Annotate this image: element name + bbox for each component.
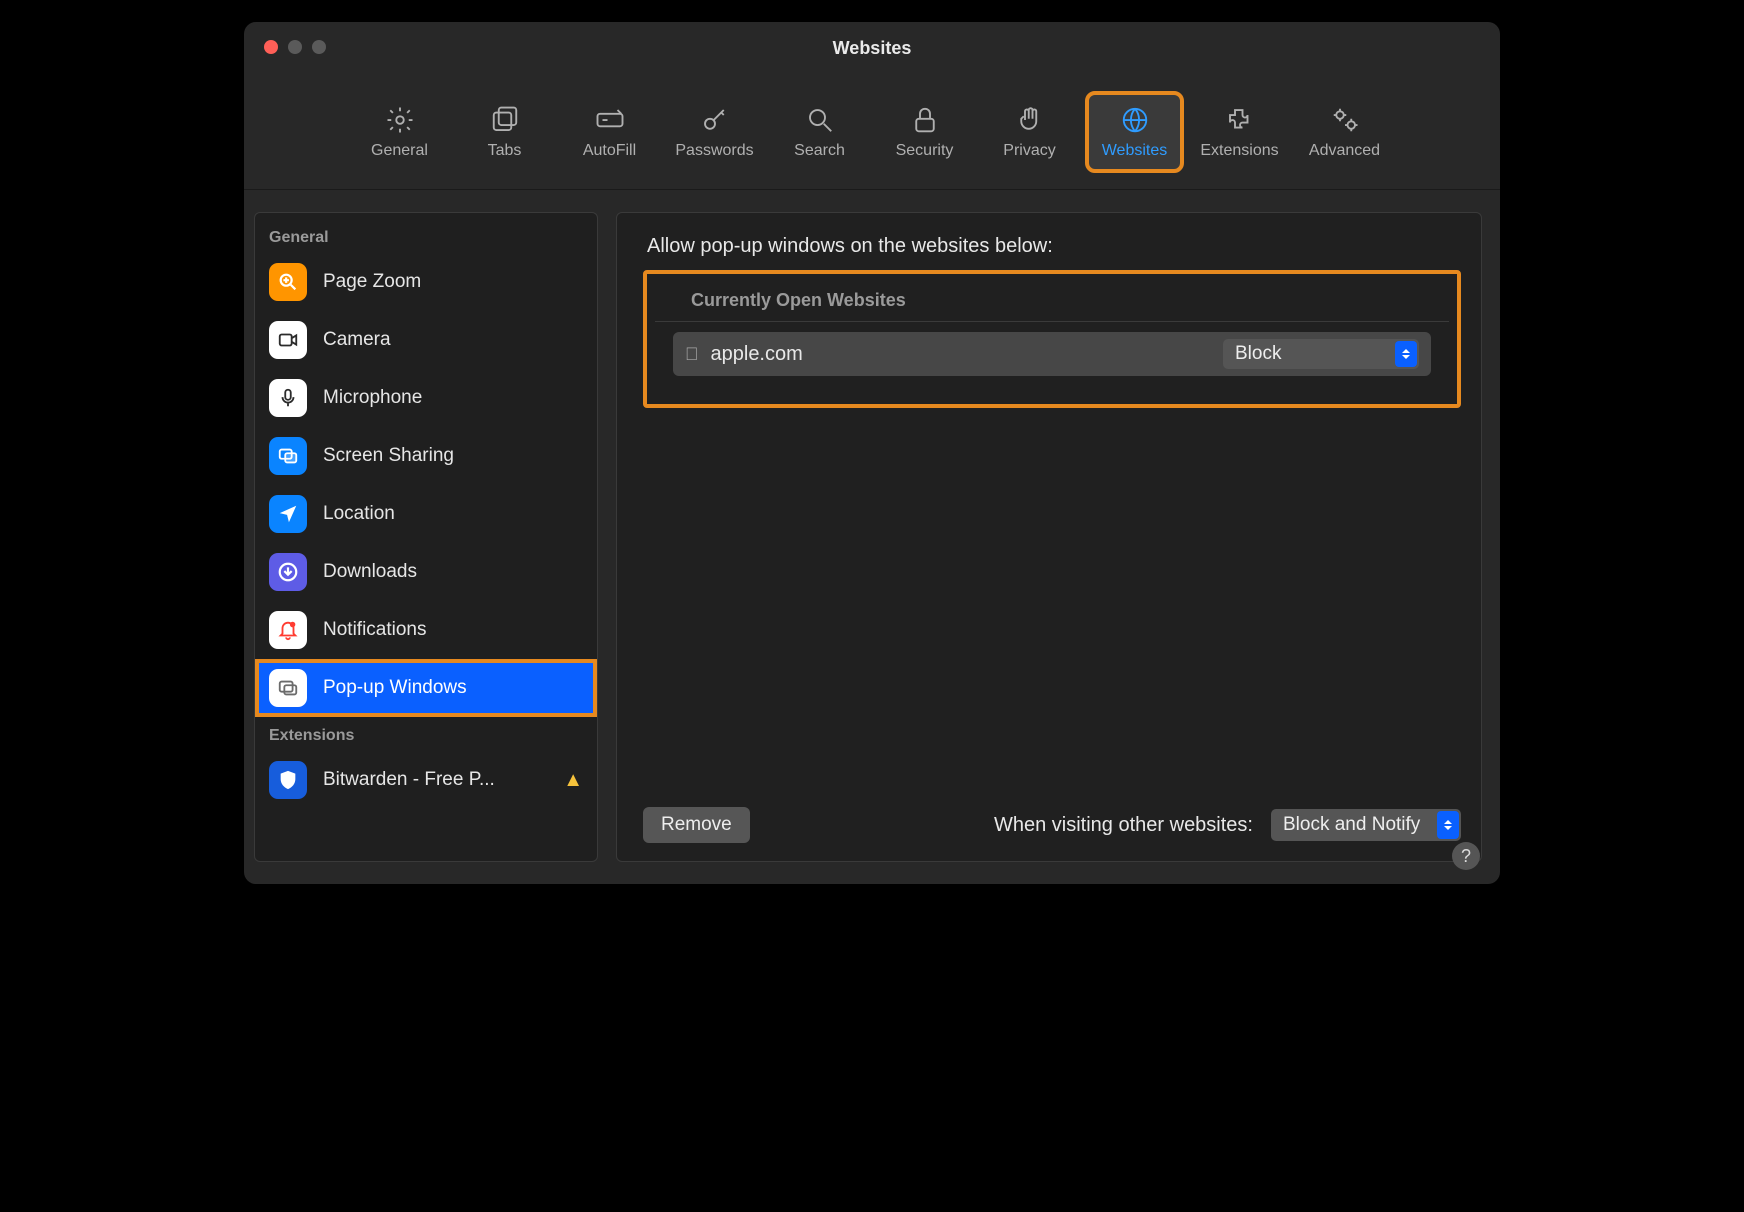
sidebar-item-camera[interactable]: Camera xyxy=(255,311,597,369)
tab-advanced[interactable]: Advanced xyxy=(1297,93,1392,171)
site-policy-value: Block xyxy=(1235,343,1281,365)
bell-icon xyxy=(269,611,307,649)
sidebar-item-notifications[interactable]: Notifications xyxy=(255,601,597,659)
sidebar-item-label: Microphone xyxy=(323,387,583,409)
sidebar-item-label: Notifications xyxy=(323,619,583,641)
search-icon xyxy=(805,104,835,136)
window-title: Websites xyxy=(833,38,912,59)
preferences-toolbar: General Tabs AutoFill Passwords Search Securi… xyxy=(244,74,1500,190)
tab-label: Search xyxy=(794,142,845,160)
tab-tabs[interactable]: Tabs xyxy=(457,93,552,171)
globe-icon xyxy=(1120,104,1150,136)
sidebar-section-header: Extensions xyxy=(255,717,597,751)
tab-search[interactable]: Search xyxy=(772,93,867,171)
sidebar-item-bitwarden-free-p[interactable]: Bitwarden - Free P... ▲ xyxy=(255,751,597,809)
tab-label: Extensions xyxy=(1200,142,1278,160)
warning-icon: ▲ xyxy=(563,769,583,792)
screens-icon xyxy=(269,437,307,475)
sidebar-item-label: Pop-up Windows xyxy=(323,677,583,699)
sidebar-item-label: Bitwarden - Free P... xyxy=(323,769,543,791)
sidebar-item-downloads[interactable]: Downloads xyxy=(255,543,597,601)
shield-icon xyxy=(269,761,307,799)
zoom-icon xyxy=(269,263,307,301)
close-button[interactable] xyxy=(264,40,278,54)
sidebar-item-location[interactable]: Location xyxy=(255,485,597,543)
footer: Remove When visiting other websites: Blo… xyxy=(643,793,1461,843)
zoom-button[interactable] xyxy=(312,40,326,54)
tab-label: Passwords xyxy=(675,142,753,160)
other-sites-value: Block and Notify xyxy=(1283,814,1420,836)
camera-icon xyxy=(269,321,307,359)
sidebar-item-page-zoom[interactable]: Page Zoom xyxy=(255,253,597,311)
location-icon xyxy=(269,495,307,533)
allow-label: Allow pop-up windows on the websites bel… xyxy=(647,235,1461,258)
tab-websites[interactable]: Websites xyxy=(1087,93,1182,171)
sidebar-item-pop-up-windows[interactable]: Pop-up Windows xyxy=(255,659,597,717)
chevron-updown-icon xyxy=(1395,341,1417,367)
windows-icon xyxy=(269,669,307,707)
minimize-button[interactable] xyxy=(288,40,302,54)
sidebar-item-label: Location xyxy=(323,503,583,525)
site-name: apple.com xyxy=(711,343,1212,366)
tab-security[interactable]: Security xyxy=(877,93,972,171)
site-policy-select[interactable]: Block xyxy=(1223,339,1419,369)
hand-icon xyxy=(1015,104,1045,136)
preferences-window: Websites General Tabs AutoFill Passwords Sea… xyxy=(244,22,1500,884)
other-sites-label: When visiting other websites: xyxy=(994,814,1253,837)
tab-extensions[interactable]: Extensions xyxy=(1192,93,1287,171)
tab-autofill[interactable]: AutoFill xyxy=(562,93,657,171)
sidebar-section-header: General xyxy=(255,219,597,253)
key-icon xyxy=(700,104,730,136)
currently-open-header: Currently Open Websites xyxy=(655,286,1449,322)
puzzle-icon xyxy=(1225,104,1255,136)
gears-icon xyxy=(1330,104,1360,136)
tab-label: Privacy xyxy=(1003,142,1055,160)
site-row[interactable]:  apple.com Block xyxy=(673,332,1431,376)
tab-label: Security xyxy=(896,142,954,160)
sidebar-item-microphone[interactable]: Microphone xyxy=(255,369,597,427)
gear-icon xyxy=(385,104,415,136)
autofill-icon xyxy=(595,104,625,136)
other-sites-select[interactable]: Block and Notify xyxy=(1271,809,1461,841)
tab-label: Websites xyxy=(1102,142,1168,160)
tab-label: General xyxy=(371,142,428,160)
apple-icon:  xyxy=(685,344,699,365)
sites-box: Currently Open Websites  apple.com Block xyxy=(643,270,1461,408)
mic-icon xyxy=(269,379,307,417)
tab-privacy[interactable]: Privacy xyxy=(982,93,1077,171)
tab-general[interactable]: General xyxy=(352,93,447,171)
tab-label: Advanced xyxy=(1309,142,1380,160)
help-button[interactable]: ? xyxy=(1452,842,1480,870)
chevron-updown-icon xyxy=(1437,811,1459,839)
sidebar: General Page Zoom Camera Microphone Screen S… xyxy=(254,212,598,862)
sidebar-item-screen-sharing[interactable]: Screen Sharing xyxy=(255,427,597,485)
window-controls xyxy=(264,40,326,54)
remove-button[interactable]: Remove xyxy=(643,807,750,843)
tab-passwords[interactable]: Passwords xyxy=(667,93,762,171)
lock-icon xyxy=(910,104,940,136)
sidebar-item-label: Page Zoom xyxy=(323,271,583,293)
sidebar-item-label: Camera xyxy=(323,329,583,351)
main-panel: Allow pop-up windows on the websites bel… xyxy=(616,212,1482,862)
tab-label: AutoFill xyxy=(583,142,636,160)
download-icon xyxy=(269,553,307,591)
sidebar-item-label: Downloads xyxy=(323,561,583,583)
titlebar: Websites xyxy=(244,22,1500,74)
tabs-icon xyxy=(490,104,520,136)
tab-label: Tabs xyxy=(488,142,522,160)
sidebar-item-label: Screen Sharing xyxy=(323,445,583,467)
